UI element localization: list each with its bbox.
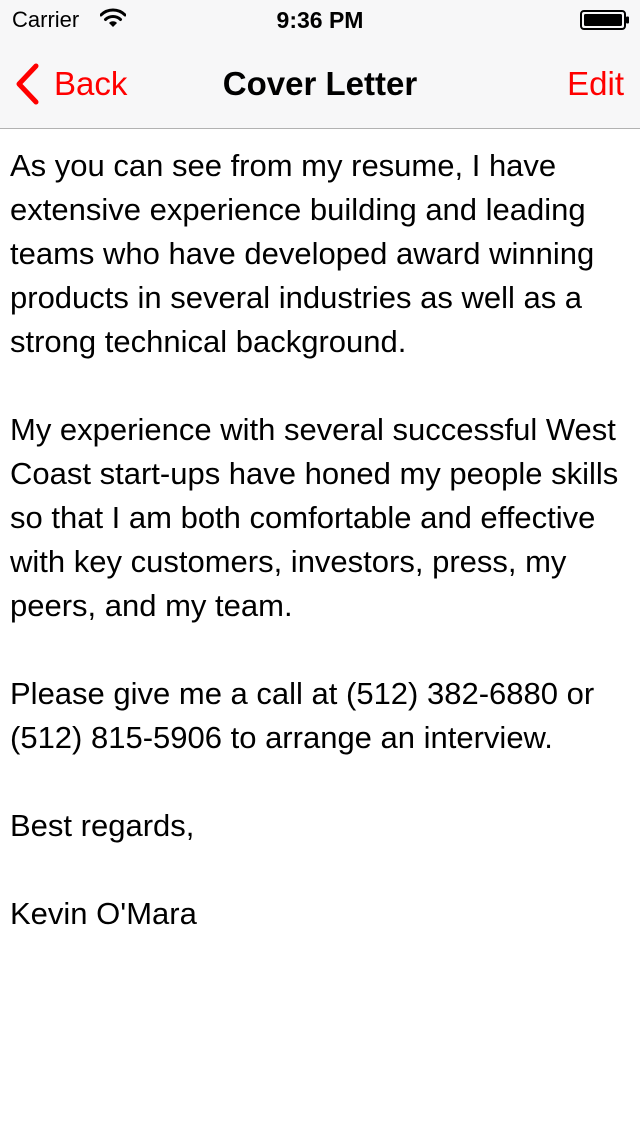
edit-button[interactable]: Edit xyxy=(567,64,624,104)
letter-signature: Kevin O'Mara xyxy=(10,896,197,931)
battery-icon xyxy=(580,10,629,30)
letter-closing: Best regards, xyxy=(10,808,195,843)
page-title: Cover Letter xyxy=(222,65,418,102)
letter-paragraph: As you can see from my resume, I have ex… xyxy=(10,148,595,359)
status-time: 9:36 PM xyxy=(276,7,364,33)
letter-paragraph: Please give me a call at (512) 382-6880 … xyxy=(10,676,595,755)
top-bar: Carrier 9:36 PM Back Cover Letter Edit xyxy=(0,0,640,129)
cover-letter-text: As you can see from my resume, I have ex… xyxy=(10,144,620,936)
letter-paragraph: My experience with several successful We… xyxy=(10,412,619,623)
status-bar: Carrier 9:36 PM xyxy=(0,0,640,40)
navigation-bar: Back Cover Letter Edit xyxy=(0,40,640,128)
